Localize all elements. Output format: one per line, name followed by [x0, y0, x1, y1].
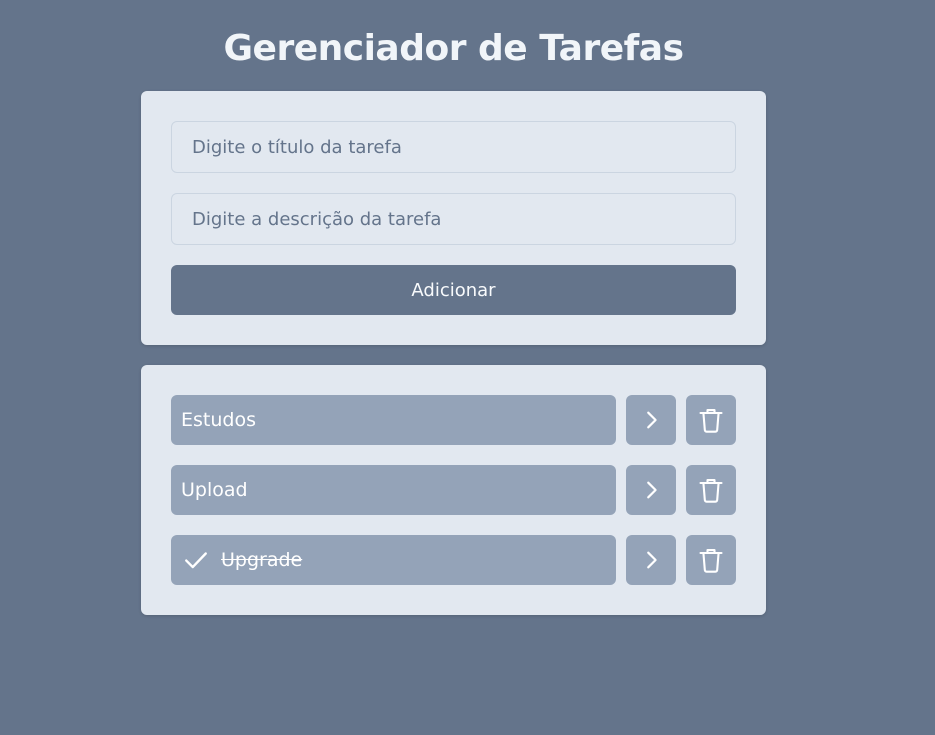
task-details-button[interactable]: [626, 535, 676, 585]
task-title-button[interactable]: Upgrade: [171, 535, 616, 585]
task-delete-button[interactable]: [686, 395, 736, 445]
task-item: Upgrade: [171, 535, 736, 585]
task-form: Adicionar: [141, 91, 766, 345]
task-list: Estudos Upload Upgrade: [141, 365, 766, 615]
chevron-right-icon: [640, 549, 662, 571]
trash-icon: [697, 476, 725, 504]
task-delete-button[interactable]: [686, 535, 736, 585]
task-delete-button[interactable]: [686, 465, 736, 515]
add-task-button[interactable]: Adicionar: [171, 265, 736, 315]
task-description-input[interactable]: [171, 193, 736, 245]
task-item: Upload: [171, 465, 736, 515]
task-title-label: Upgrade: [221, 549, 303, 571]
trash-icon: [697, 546, 725, 574]
trash-icon: [697, 406, 725, 434]
check-icon: [183, 547, 209, 573]
task-title-label: Estudos: [181, 409, 256, 431]
chevron-right-icon: [640, 479, 662, 501]
task-title-input[interactable]: [171, 121, 736, 173]
task-details-button[interactable]: [626, 395, 676, 445]
task-title-button[interactable]: Upload: [171, 465, 616, 515]
chevron-right-icon: [640, 409, 662, 431]
task-details-button[interactable]: [626, 465, 676, 515]
task-title-button[interactable]: Estudos: [171, 395, 616, 445]
task-title-label: Upload: [181, 479, 248, 501]
task-item: Estudos: [171, 395, 736, 445]
page-title: Gerenciador de Tarefas: [223, 28, 684, 69]
